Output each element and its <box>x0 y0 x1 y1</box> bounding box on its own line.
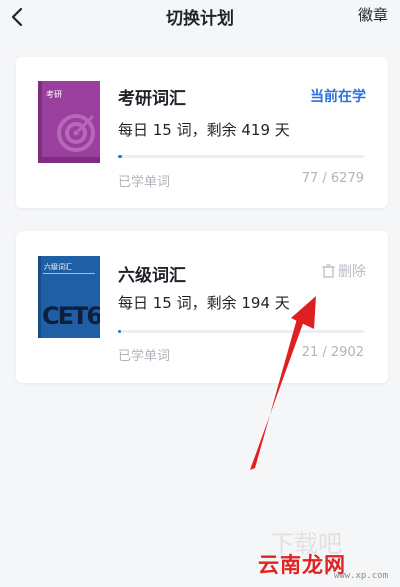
book-cover-kaoyan: 考研 <box>38 81 100 163</box>
page-title: 切换计划 <box>166 9 234 29</box>
learned-label: 已学单词 <box>118 349 171 364</box>
progress-bar <box>118 330 364 333</box>
progress-fill <box>118 330 121 333</box>
trash-icon <box>322 264 335 278</box>
plan-card-cet6[interactable]: 六级词汇 CET6 六级词汇 删除 每日 15 词，剩余 194 天 已学单词 … <box>16 231 388 383</box>
top-bar: 切换计划 徽章 <box>0 0 400 36</box>
svg-text:六级词汇: 六级词汇 <box>44 262 72 271</box>
book-name: 六级词汇 <box>118 266 186 286</box>
book-cover-cet6: 六级词汇 CET6 <box>38 256 100 338</box>
learned-count: 77 / 6279 <box>301 171 364 186</box>
watermark-text: 云南龙网 <box>258 553 346 577</box>
daily-plan-text: 每日 15 词，剩余 194 天 <box>118 294 290 312</box>
watermark: 下载吧 云南龙网 www.xp.com <box>250 528 390 581</box>
delete-label: 删除 <box>338 264 366 280</box>
badge-link[interactable]: 徽章 <box>358 4 388 25</box>
current-learning-label: 当前在学 <box>310 89 366 105</box>
book-name: 考研词汇 <box>118 89 186 109</box>
learned-label: 已学单词 <box>118 175 171 190</box>
plan-card-kaoyan[interactable]: 考研 考研词汇 当前在学 每日 15 词，剩余 419 天 已学单词 77 / … <box>16 57 388 208</box>
svg-text:CET6: CET6 <box>42 302 100 330</box>
learned-count: 21 / 2902 <box>301 345 364 360</box>
progress-bar <box>118 155 364 158</box>
progress-fill <box>118 155 122 158</box>
watermark-url: www.xp.com <box>333 571 388 581</box>
daily-plan-text: 每日 15 词，剩余 419 天 <box>118 121 290 139</box>
delete-button[interactable]: 删除 <box>322 261 366 281</box>
svg-text:考研: 考研 <box>46 90 62 99</box>
